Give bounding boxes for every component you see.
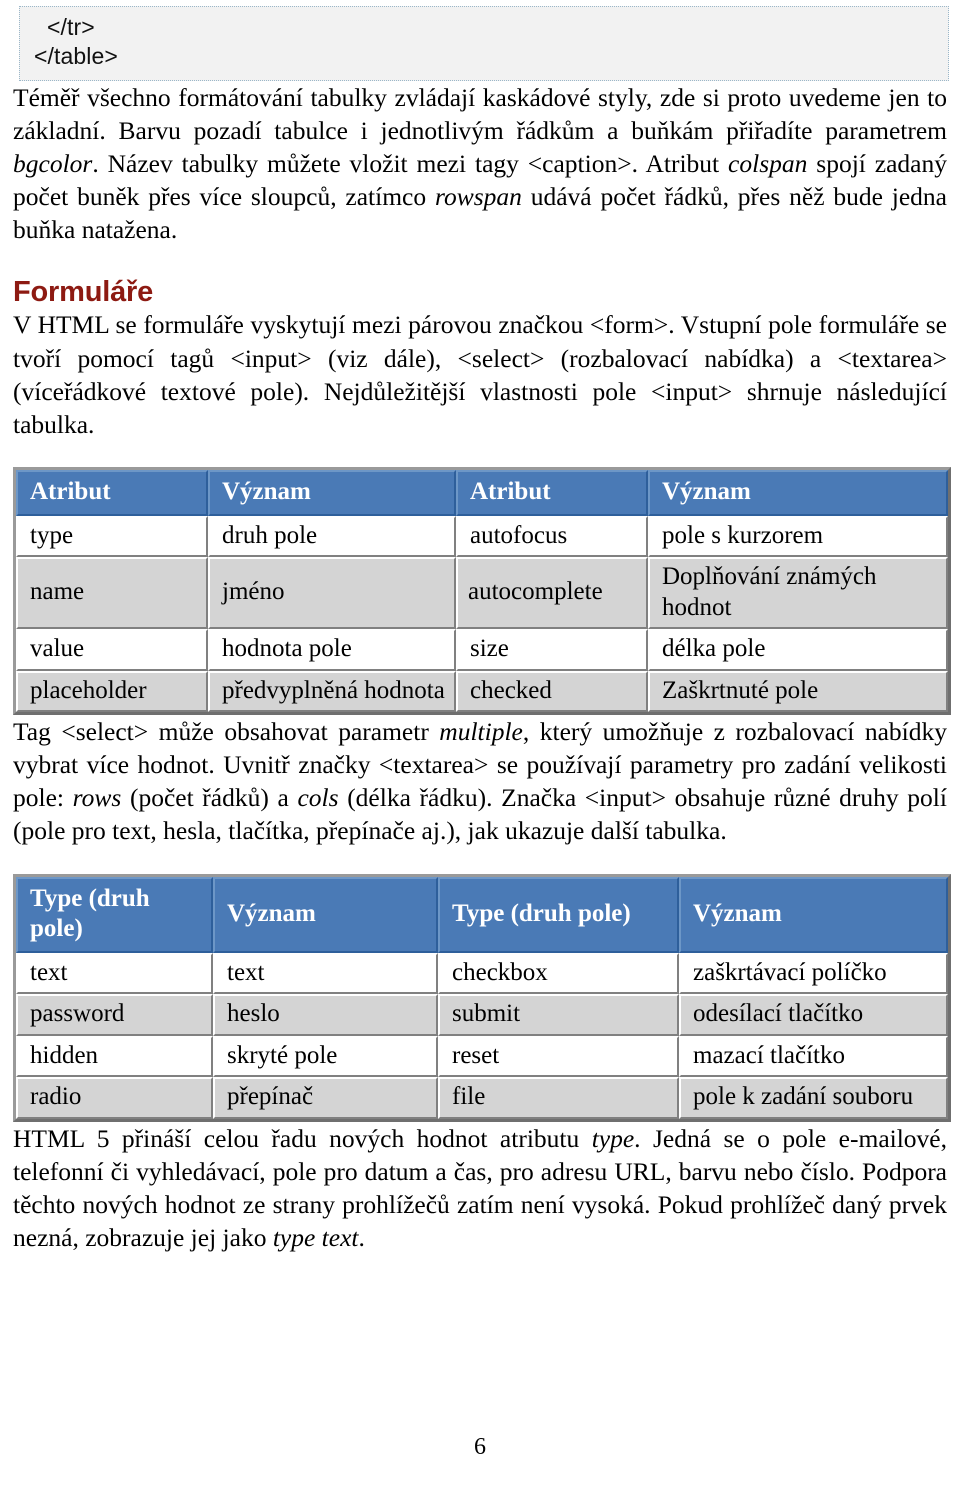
table-header-row: Type (druh pole) Význam Type (druh pole)… [16, 876, 948, 953]
table-cell: pole k zadání souboru [679, 1077, 948, 1119]
table-row: value hodnota pole size délka pole [16, 629, 948, 671]
table-cell: autofocus [456, 515, 648, 558]
table-cell: Zaškrtnuté pole [648, 670, 948, 713]
table-cell: Doplňování známých hodnot [648, 557, 948, 630]
table-cell: zaškrtávací políčko [679, 952, 948, 995]
table-row: password heslo submit odesílací tlačítko [16, 994, 948, 1036]
paragraph-table-formatting: Téměř všechno formátování tabulky zvláda… [13, 82, 947, 245]
paragraph-html5-types: HTML 5 přináší celou řadu nových hodnot … [13, 1123, 948, 1253]
column-header: Atribut [456, 470, 648, 516]
table-input-types: Type (druh pole) Význam Type (druh pole)… [13, 873, 951, 1122]
table-cell: jméno [208, 557, 456, 630]
table-row: hidden skryté pole reset mazací tlačítko [16, 1035, 948, 1078]
paragraph-select-textarea: Tag <select> může obsahovat parametr mul… [13, 717, 947, 846]
table-cell: checked [456, 670, 648, 713]
column-header: Význam [679, 876, 948, 953]
table-body: Atribut Význam Atribut Význam type druh … [16, 470, 948, 713]
column-header: Type (druh pole) [438, 876, 679, 953]
column-header: Význam [208, 470, 456, 516]
table-cell: heslo [213, 994, 438, 1036]
table-cell: placeholder [16, 670, 208, 713]
document-page: </tr> </table> Téměř všechno formátování… [0, 6, 960, 1485]
table-row: radio přepínač file pole k zadání soubor… [16, 1077, 948, 1119]
table-header-row: Atribut Význam Atribut Význam [16, 470, 948, 516]
code-line: </tr> [34, 14, 95, 40]
table-input-attributes: Atribut Význam Atribut Význam type druh … [13, 467, 951, 716]
table-cell: password [16, 994, 213, 1036]
table-cell: mazací tlačítko [679, 1035, 948, 1078]
table-cell: předvyplněná hodnota [208, 670, 456, 713]
table-row: text text checkbox zaškrtávací políčko [16, 952, 948, 995]
table-cell: value [16, 629, 208, 671]
table-cell: text [213, 952, 438, 995]
table-cell: druh pole [208, 515, 456, 558]
table-cell: odesílací tlačítko [679, 994, 948, 1036]
table-cell: text [16, 952, 213, 995]
table-cell: délka pole [648, 629, 948, 671]
table-row: placeholder předvyplněná hodnota checked… [16, 670, 948, 713]
page-heading-formulare: Formuláře [13, 275, 154, 308]
table-cell: type [16, 515, 208, 558]
table-cell: size [456, 629, 648, 671]
table-cell: file [438, 1077, 679, 1119]
column-header: Význam [648, 470, 948, 516]
table-cell: submit [438, 994, 679, 1036]
table-cell: radio [16, 1077, 213, 1119]
code-line: </table> [34, 43, 118, 70]
table-cell: reset [438, 1035, 679, 1078]
column-header: Význam [213, 876, 438, 953]
table-row: name jméno autocomplete Doplňování známý… [16, 557, 948, 630]
column-header: Atribut [16, 470, 208, 516]
table-cell: hidden [16, 1035, 213, 1078]
table-row: type druh pole autofocus pole s kurzorem [16, 515, 948, 558]
paragraph-forms-intro: V HTML se formuláře vyskytují mezi párov… [13, 310, 947, 439]
table-cell: name [16, 557, 208, 630]
code-block: </tr> </table> [19, 6, 949, 81]
table-cell: skryté pole [213, 1035, 438, 1078]
column-header: Type (druh pole) [16, 876, 213, 953]
table-cell: checkbox [438, 952, 679, 995]
table-cell: autocomplete [456, 557, 648, 630]
page-number: 6 [474, 1434, 486, 1460]
table-cell: přepínač [213, 1077, 438, 1119]
table-body: Type (druh pole) Význam Type (druh pole)… [16, 876, 948, 1119]
table-cell: pole s kurzorem [648, 515, 948, 558]
table-cell: hodnota pole [208, 629, 456, 671]
